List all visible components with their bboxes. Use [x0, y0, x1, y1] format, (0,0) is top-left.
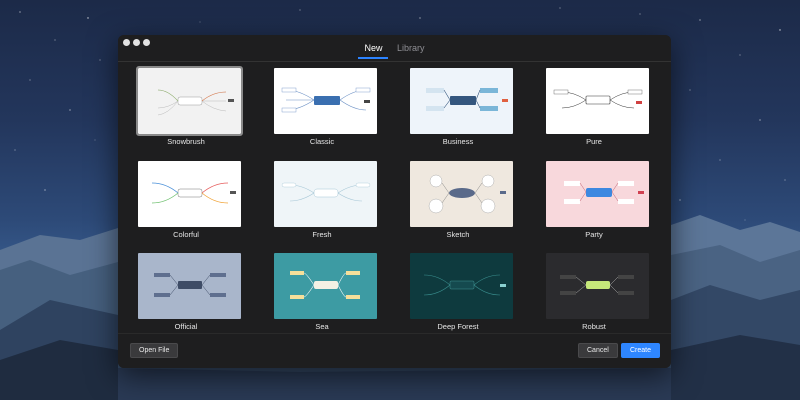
mindmap-preview [560, 275, 634, 295]
template-label: Snowbrush [167, 137, 205, 146]
tab-new[interactable]: New [364, 43, 382, 53]
new-document-window: New Library Snowbrush Classic Business P… [118, 35, 671, 368]
open-file-button[interactable]: Open File [130, 343, 179, 358]
template-fresh[interactable]: Fresh [254, 155, 390, 247]
template-thumbnail[interactable] [274, 253, 377, 319]
template-thumbnail[interactable] [136, 66, 243, 136]
template-deep-forest[interactable]: Deep Forest [390, 247, 526, 339]
mindmap-preview [157, 89, 234, 116]
template-label: Sketch [446, 230, 470, 239]
tab-library[interactable]: Library [397, 43, 425, 53]
template-thumbnail[interactable] [274, 68, 377, 134]
template-label: Classic [309, 137, 335, 146]
mindmap-preview [426, 88, 508, 111]
template-thumbnail[interactable] [546, 68, 649, 134]
template-thumbnail[interactable] [410, 68, 513, 134]
template-thumbnail[interactable] [274, 161, 377, 227]
template-classic[interactable]: Classic [254, 62, 390, 154]
template-colorful[interactable]: Colorful [118, 155, 254, 247]
template-label: Robust [582, 322, 606, 331]
mindmap-preview [154, 273, 226, 297]
template-business[interactable]: Business [390, 62, 526, 154]
create-button[interactable]: Create [621, 343, 661, 358]
cancel-button[interactable]: Cancel [578, 343, 618, 358]
mindmap-preview [428, 174, 506, 214]
dialog-footer: Open File Cancel Create [118, 333, 671, 368]
template-pure[interactable]: Pure [526, 62, 662, 154]
template-label: Sea [315, 322, 329, 331]
mindmap-preview [281, 87, 371, 113]
template-snowbrush[interactable]: Snowbrush [118, 62, 254, 154]
mindmap-preview [423, 274, 506, 296]
template-grid: Snowbrush Classic Business Pure Colorful… [118, 62, 671, 334]
template-thumbnail[interactable] [138, 161, 241, 227]
mindmap-preview [151, 182, 236, 204]
template-label: Colorful [173, 230, 199, 239]
template-label: Official [174, 322, 198, 331]
template-sketch[interactable]: Sketch [390, 155, 526, 247]
template-robust[interactable]: Robust [526, 247, 662, 339]
template-thumbnail[interactable] [138, 253, 241, 319]
template-thumbnail[interactable] [410, 253, 513, 319]
template-label: Fresh [312, 230, 332, 239]
template-official[interactable]: Official [118, 247, 254, 339]
template-label: Pure [586, 137, 602, 146]
template-thumbnail[interactable] [546, 253, 649, 319]
mindmap-preview [564, 181, 644, 204]
active-tab-indicator [358, 57, 388, 59]
template-party[interactable]: Party [526, 155, 662, 247]
template-thumbnail[interactable] [546, 161, 649, 227]
title-bar: New Library [118, 35, 671, 61]
template-label: Business [442, 137, 474, 146]
mindmap-preview [553, 89, 643, 109]
template-sea[interactable]: Sea [254, 247, 390, 339]
template-label: Deep Forest [437, 322, 479, 331]
template-label: Party [585, 230, 603, 239]
tab-bar: New Library [118, 43, 671, 53]
template-thumbnail[interactable] [410, 161, 513, 227]
mindmap-preview [281, 182, 371, 202]
mindmap-preview [290, 271, 360, 299]
